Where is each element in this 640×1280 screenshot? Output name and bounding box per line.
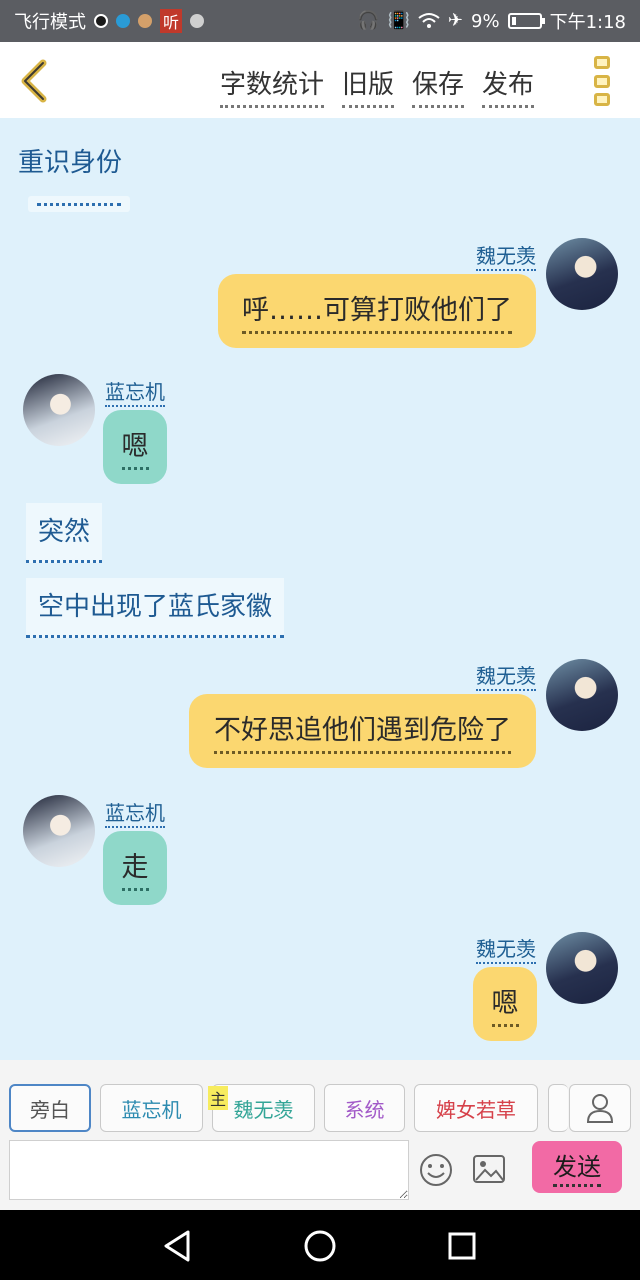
avatar[interactable] — [23, 795, 95, 867]
chevron-left-icon — [21, 59, 47, 103]
top-actions: 字数统计 旧版 保存 发布 — [220, 64, 535, 108]
narration-text: 突然 — [26, 503, 103, 563]
chat-bubble-text: 走 — [121, 845, 149, 891]
battery-icon — [507, 13, 545, 29]
status-bar: 飞行模式 听 🎧 📳 ✈ 9% 下午1:18 — [0, 0, 640, 42]
main-role-badge: 主 — [208, 1086, 229, 1110]
back-button[interactable] — [14, 58, 54, 104]
chat-bubble[interactable]: 嗯 — [103, 410, 167, 484]
top-bar: 字数统计 旧版 保存 发布 — [0, 42, 640, 118]
save-button[interactable]: 保存 — [412, 64, 465, 108]
role-chip-overflow[interactable] — [548, 1084, 568, 1132]
headset-icon: 🎧 — [357, 10, 380, 31]
chat-bubble-text: 嗯 — [491, 981, 519, 1027]
publish-button[interactable]: 发布 — [482, 64, 535, 108]
speaker-name: 魏无羡 — [476, 933, 536, 964]
chat-bubble[interactable]: 不好思追他们遇到危险了 — [189, 694, 536, 768]
message-input[interactable] — [9, 1140, 409, 1200]
nav-back-icon[interactable] — [158, 1226, 198, 1266]
role-chip-lanwangji[interactable]: 蓝忘机 — [100, 1084, 203, 1132]
character-manager-button[interactable] — [569, 1084, 631, 1132]
chat-bubble-text: 呼……可算打败他们了 — [242, 288, 512, 334]
role-chip-maid[interactable]: 婢女若草 — [414, 1084, 538, 1132]
role-chip-narrator[interactable]: 旁白 — [9, 1084, 91, 1132]
scene-divider — [28, 196, 130, 212]
role-chip-system[interactable]: 系统 — [324, 1084, 405, 1132]
emoji-icon[interactable] — [418, 1152, 454, 1188]
role-bar: 旁白 蓝忘机 魏无羡 系统 婢女若草 — [0, 1060, 640, 1140]
chat-area[interactable]: 重识身份 魏无羡 呼……可算打败他们了 蓝忘机 嗯 突然 空中出现了蓝氏家徽 魏… — [0, 118, 640, 1060]
old-version-button[interactable]: 旧版 — [342, 64, 395, 108]
speaker-name: 蓝忘机 — [105, 376, 165, 407]
status-left: 飞行模式 听 — [14, 8, 357, 34]
scene-title: 重识身份 — [18, 148, 123, 178]
vibrate-icon: 📳 — [387, 10, 410, 31]
composer: 发送 — [0, 1140, 640, 1210]
status-time: 下午1:18 — [549, 12, 626, 33]
avatar[interactable] — [546, 659, 618, 731]
speaker-name: 魏无羡 — [476, 240, 536, 271]
avatar[interactable] — [546, 238, 618, 310]
app-icon — [94, 14, 108, 28]
chat-bubble-text: 不好思追他们遇到危险了 — [214, 708, 511, 754]
chat-bubble[interactable]: 呼……可算打败他们了 — [218, 274, 536, 348]
speaker-name: 魏无羡 — [476, 660, 536, 691]
airplane-icon: ✈ — [447, 10, 464, 31]
send-button-label: 发送 — [553, 1147, 601, 1187]
speaker-name: 蓝忘机 — [105, 797, 165, 828]
chat-bubble[interactable]: 嗯 — [473, 967, 537, 1041]
nav-home-icon[interactable] — [300, 1226, 340, 1266]
status-mode-text: 飞行模式 — [14, 12, 86, 33]
nav-recents-icon[interactable] — [442, 1226, 482, 1266]
app-icon — [116, 14, 130, 28]
image-icon[interactable] — [472, 1154, 506, 1184]
more-vertical-icon[interactable] — [594, 56, 616, 106]
avatar[interactable] — [546, 932, 618, 1004]
wifi-icon — [418, 13, 440, 28]
narration-text: 空中出现了蓝氏家徽 — [26, 578, 285, 638]
app-icon — [138, 14, 152, 28]
battery-percent: 9% — [471, 10, 500, 32]
avatar[interactable] — [23, 374, 95, 446]
status-right: 🎧 📳 ✈ 9% 下午1:18 — [357, 8, 626, 34]
app-icon — [190, 14, 205, 28]
notification-badge: 听 — [160, 9, 183, 33]
system-nav-bar — [0, 1210, 640, 1280]
send-button[interactable]: 发送 — [532, 1141, 622, 1193]
word-count-button[interactable]: 字数统计 — [220, 64, 325, 108]
chat-bubble-text: 嗯 — [121, 424, 149, 470]
person-icon — [586, 1094, 614, 1123]
chat-bubble[interactable]: 走 — [103, 831, 167, 905]
